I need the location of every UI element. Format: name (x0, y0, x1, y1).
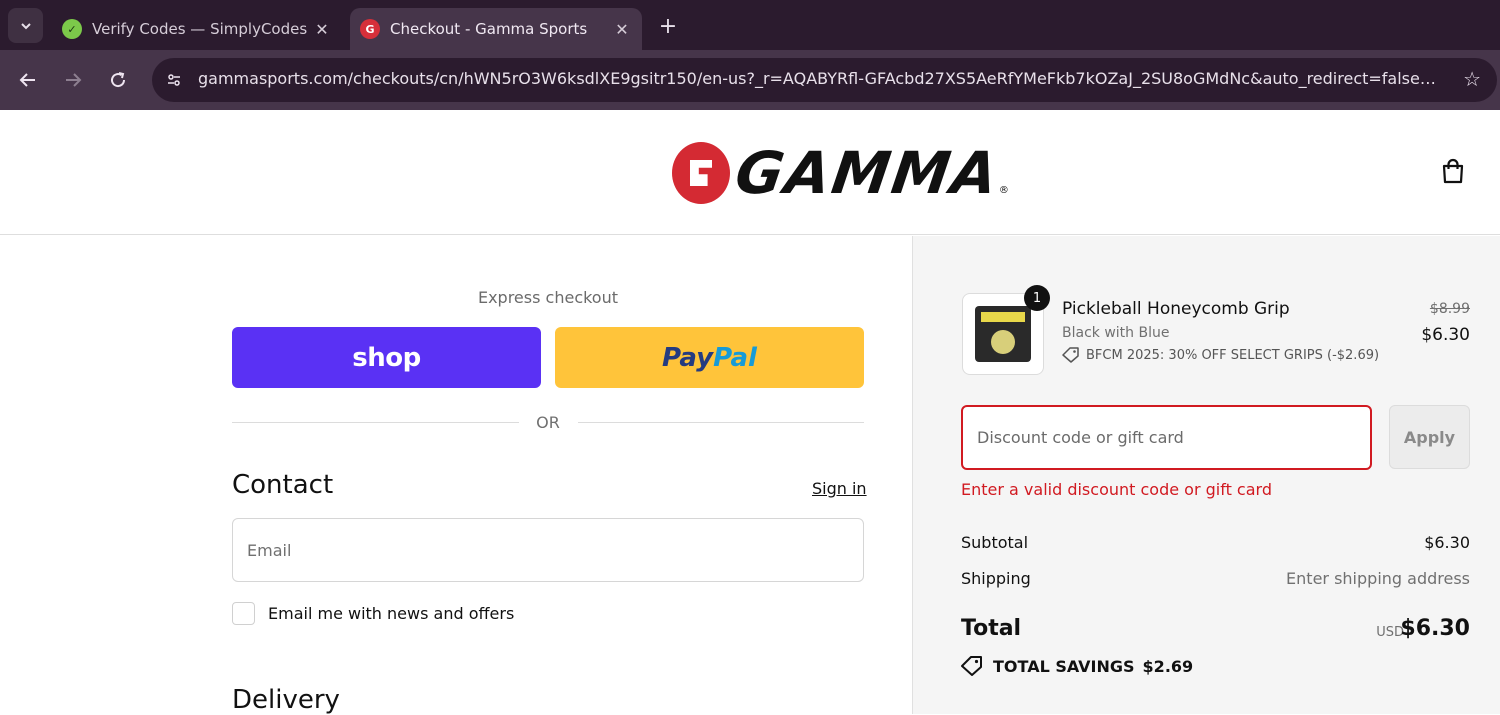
divider-line (578, 422, 864, 423)
delivery-heading: Delivery (232, 685, 340, 715)
url-text[interactable]: gammasports.com/checkouts/cn/hWN5rO3W6ks… (198, 69, 1448, 88)
reload-button[interactable] (102, 64, 134, 96)
site-header: GAMMA ® (0, 110, 1500, 235)
shipping-value: Enter shipping address (1286, 569, 1470, 588)
address-bar[interactable]: gammasports.com/checkouts/cn/hWN5rO3W6ks… (152, 58, 1497, 102)
total-savings: TOTAL SAVINGS $2.69 (961, 656, 1193, 676)
or-divider: OR (232, 413, 864, 433)
sign-in-link[interactable]: Sign in (812, 479, 867, 498)
product-name: Pickleball Honeycomb Grip (1062, 299, 1290, 319)
subtotal-value: $6.30 (1424, 533, 1470, 552)
tab-gamma-checkout[interactable]: G Checkout - Gamma Sports ✕ (350, 8, 642, 50)
contact-heading: Contact (232, 470, 334, 500)
paypal-button[interactable]: Pay Pal (555, 327, 864, 388)
gamma-logo[interactable]: GAMMA ® (672, 139, 1032, 207)
subtotal-label: Subtotal (961, 533, 1029, 552)
product-variant: Black with Blue (1062, 325, 1170, 341)
order-summary: 1 Pickleball Honeycomb Grip Black with B… (912, 236, 1500, 714)
product-discount: BFCM 2025: 30% OFF SELECT GRIPS (-$2.69) (1062, 347, 1379, 363)
tag-icon (1062, 347, 1079, 363)
original-price: $8.99 (1429, 301, 1470, 317)
product-image (975, 306, 1031, 362)
total-savings-value: $2.69 (1142, 656, 1194, 676)
tab-title: Checkout - Gamma Sports (390, 20, 588, 38)
site-settings-icon[interactable] (162, 68, 186, 92)
newsletter-checkbox[interactable] (232, 601, 255, 625)
total-label: Total (961, 616, 1022, 641)
tab-search-button[interactable] (8, 8, 43, 43)
back-button[interactable] (12, 64, 44, 96)
gamma-logo-mark (672, 142, 730, 204)
simplycodes-icon: ✓ (62, 19, 82, 39)
newsletter-option[interactable]: Email me with news and offers (232, 601, 514, 625)
shopping-bag-icon (1442, 158, 1464, 184)
bookmark-star-icon[interactable]: ☆ (1463, 67, 1481, 91)
close-icon[interactable]: ✕ (310, 20, 334, 39)
checkout-form: Express checkout shop Pay Pal OR Contact … (0, 236, 912, 715)
close-icon[interactable]: ✕ (610, 20, 634, 39)
newsletter-label: Email me with news and offers (268, 603, 515, 623)
reload-icon (111, 72, 126, 88)
product-discount-text: BFCM 2025: 30% OFF SELECT GRIPS (-$2.69) (1086, 347, 1380, 363)
discount-error-message: Enter a valid discount code or gift card (961, 480, 1272, 499)
express-checkout-label: Express checkout (477, 288, 619, 307)
item-price: $6.30 (1421, 325, 1470, 345)
tab-title: Verify Codes — SimplyCodes (92, 20, 308, 38)
paypal-label-part1: Pay (662, 342, 714, 373)
arrow-right-icon (66, 73, 82, 87)
gamma-icon: G (360, 19, 380, 39)
new-tab-button[interactable]: + (654, 12, 682, 40)
email-field[interactable] (232, 518, 864, 582)
total-savings-label: TOTAL SAVINGS (993, 656, 1135, 676)
apply-discount-button[interactable]: Apply (1389, 405, 1470, 469)
chevron-down-icon (20, 22, 31, 29)
tab-simplycodes[interactable]: ✓ Verify Codes — SimplyCodes ✕ (52, 8, 342, 50)
registered-mark: ® (998, 185, 1009, 196)
total-value: $6.30 (1400, 616, 1470, 641)
arrow-left-icon (19, 73, 35, 87)
logo-wordmark: GAMMA (731, 139, 1004, 207)
discount-code-input[interactable] (961, 405, 1372, 470)
forward-button[interactable] (57, 64, 89, 96)
paypal-label-part2: Pal (713, 342, 757, 373)
shop-pay-label: shop (352, 342, 421, 373)
quantity-badge: 1 (1024, 285, 1050, 311)
shipping-label: Shipping (961, 569, 1031, 588)
browser-toolbar: gammasports.com/checkouts/cn/hWN5rO3W6ks… (0, 50, 1500, 110)
tag-icon (961, 656, 982, 676)
shop-pay-button[interactable]: shop (232, 327, 541, 388)
browser-tab-bar: ✓ Verify Codes — SimplyCodes ✕ G Checkou… (0, 0, 1500, 50)
cart-button[interactable] (1438, 156, 1470, 188)
